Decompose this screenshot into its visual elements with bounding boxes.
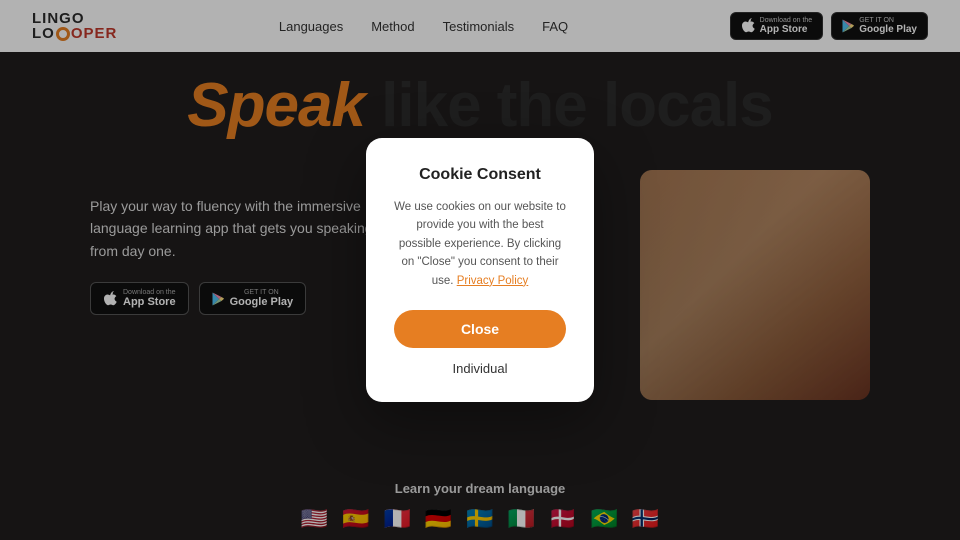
cookie-modal: Cookie Consent We use cookies on our web… (366, 138, 594, 402)
privacy-policy-link[interactable]: Privacy Policy (457, 275, 529, 287)
modal-description: We use cookies on our website to provide… (394, 198, 566, 290)
modal-overlay: Cookie Consent We use cookies on our web… (0, 0, 960, 540)
modal-title: Cookie Consent (394, 166, 566, 184)
modal-close-button[interactable]: Close (394, 310, 566, 348)
modal-individual-button[interactable]: Individual (453, 361, 508, 376)
